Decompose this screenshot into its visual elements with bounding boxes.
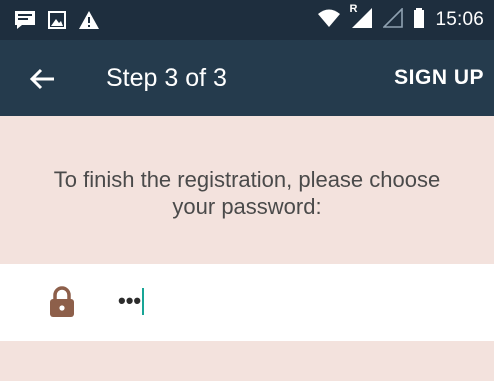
wifi-icon	[317, 8, 341, 32]
instruction-text: To finish the registration, please choos…	[0, 166, 494, 220]
instruction-panel: To finish the registration, please choos…	[0, 116, 494, 264]
signal-roaming-icon: R	[349, 3, 373, 33]
instruction-line-2: your password:	[172, 194, 322, 219]
status-right-icons: R 15:06	[317, 3, 484, 33]
app-bar: Step 3 of 3 SIGN UP	[0, 40, 494, 116]
arrow-back-icon	[26, 68, 60, 100]
bottom-band	[0, 341, 494, 381]
image-icon	[48, 11, 66, 33]
lock-icon	[48, 286, 76, 322]
status-bar: R 15:06	[0, 0, 494, 40]
instruction-line-1: To finish the registration, please choos…	[53, 167, 441, 192]
battery-icon	[413, 7, 425, 33]
page-title: Step 3 of 3	[106, 64, 227, 92]
password-input[interactable]: •••	[118, 286, 145, 316]
status-left-icons	[14, 10, 100, 34]
signal-empty-icon	[382, 7, 404, 32]
roaming-label: R	[349, 3, 358, 15]
status-time: 15:06	[435, 9, 484, 30]
back-button[interactable]	[26, 62, 60, 96]
password-row: •••	[0, 264, 494, 341]
warning-icon	[78, 10, 100, 34]
text-cursor	[142, 287, 145, 315]
sign-up-button[interactable]: SIGN UP	[394, 66, 484, 90]
password-value: •••	[118, 288, 142, 313]
message-icon	[14, 10, 36, 34]
